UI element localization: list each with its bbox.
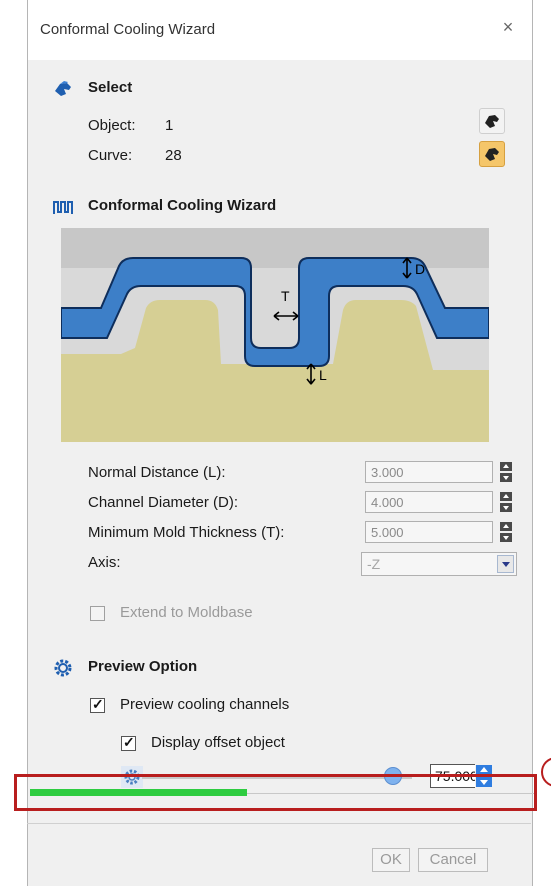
curve-value: 28 xyxy=(165,147,182,164)
normal-distance-label: Normal Distance (L): xyxy=(88,464,226,481)
axis-label: Axis: xyxy=(88,554,121,571)
diagram-label-t: T xyxy=(281,288,290,304)
cooling-channel-icon xyxy=(53,201,73,214)
diagram-label-d: D xyxy=(415,261,425,277)
cooling-diagram: T D L xyxy=(61,228,489,442)
wizard-section-title: Conformal Cooling Wizard xyxy=(88,197,277,214)
chevron-down-icon[interactable] xyxy=(497,555,514,573)
axis-value: -Z xyxy=(367,556,381,572)
min-mold-thickness-spinner[interactable] xyxy=(499,521,513,543)
curve-label: Curve: xyxy=(88,147,133,164)
normal-distance-spinner[interactable] xyxy=(499,461,513,483)
normal-distance-field[interactable]: 3.000 xyxy=(365,461,493,483)
preview-section-title: Preview Option xyxy=(88,658,198,675)
channel-diameter-spinner[interactable] xyxy=(499,491,513,513)
preview-channels-checkbox[interactable]: ✓ xyxy=(90,696,105,713)
dialog-title: Conformal Cooling Wizard xyxy=(40,21,216,38)
hand-pick-icon xyxy=(485,148,499,161)
hand-pick-icon xyxy=(485,115,499,128)
pick-curve-button[interactable] xyxy=(479,141,505,167)
object-value: 1 xyxy=(165,117,174,134)
min-mold-thickness-label: Minimum Mold Thickness (T): xyxy=(88,524,285,541)
close-icon[interactable]: × xyxy=(498,17,518,37)
title-bar: Conformal Cooling Wizard × xyxy=(28,0,532,60)
object-label: Object: xyxy=(88,117,136,134)
preview-channels-label: Preview cooling channels xyxy=(120,696,290,713)
axis-select[interactable]: -Z xyxy=(361,552,517,576)
channel-diameter-label: Channel Diameter (D): xyxy=(88,494,239,511)
select-hand-icon xyxy=(55,81,71,96)
gear-icon xyxy=(54,659,72,677)
pick-object-button[interactable] xyxy=(479,108,505,134)
extend-to-moldbase-checkbox[interactable] xyxy=(90,606,105,621)
display-offset-checkbox[interactable]: ✓ xyxy=(121,734,136,751)
min-mold-thickness-field[interactable]: 5.000 xyxy=(365,521,493,543)
diagram-label-l: L xyxy=(319,367,327,383)
extend-to-moldbase-label: Extend to Moldbase xyxy=(120,604,253,621)
select-section-title: Select xyxy=(88,79,133,96)
ok-button[interactable]: OK xyxy=(372,848,410,872)
progress-highlight-box xyxy=(14,774,537,811)
display-offset-label: Display offset object xyxy=(151,734,285,751)
channel-diameter-field[interactable]: 4.000 xyxy=(365,491,493,513)
footer-divider xyxy=(27,823,531,824)
annotation-marker xyxy=(541,757,551,787)
cancel-button[interactable]: Cancel xyxy=(418,848,488,872)
